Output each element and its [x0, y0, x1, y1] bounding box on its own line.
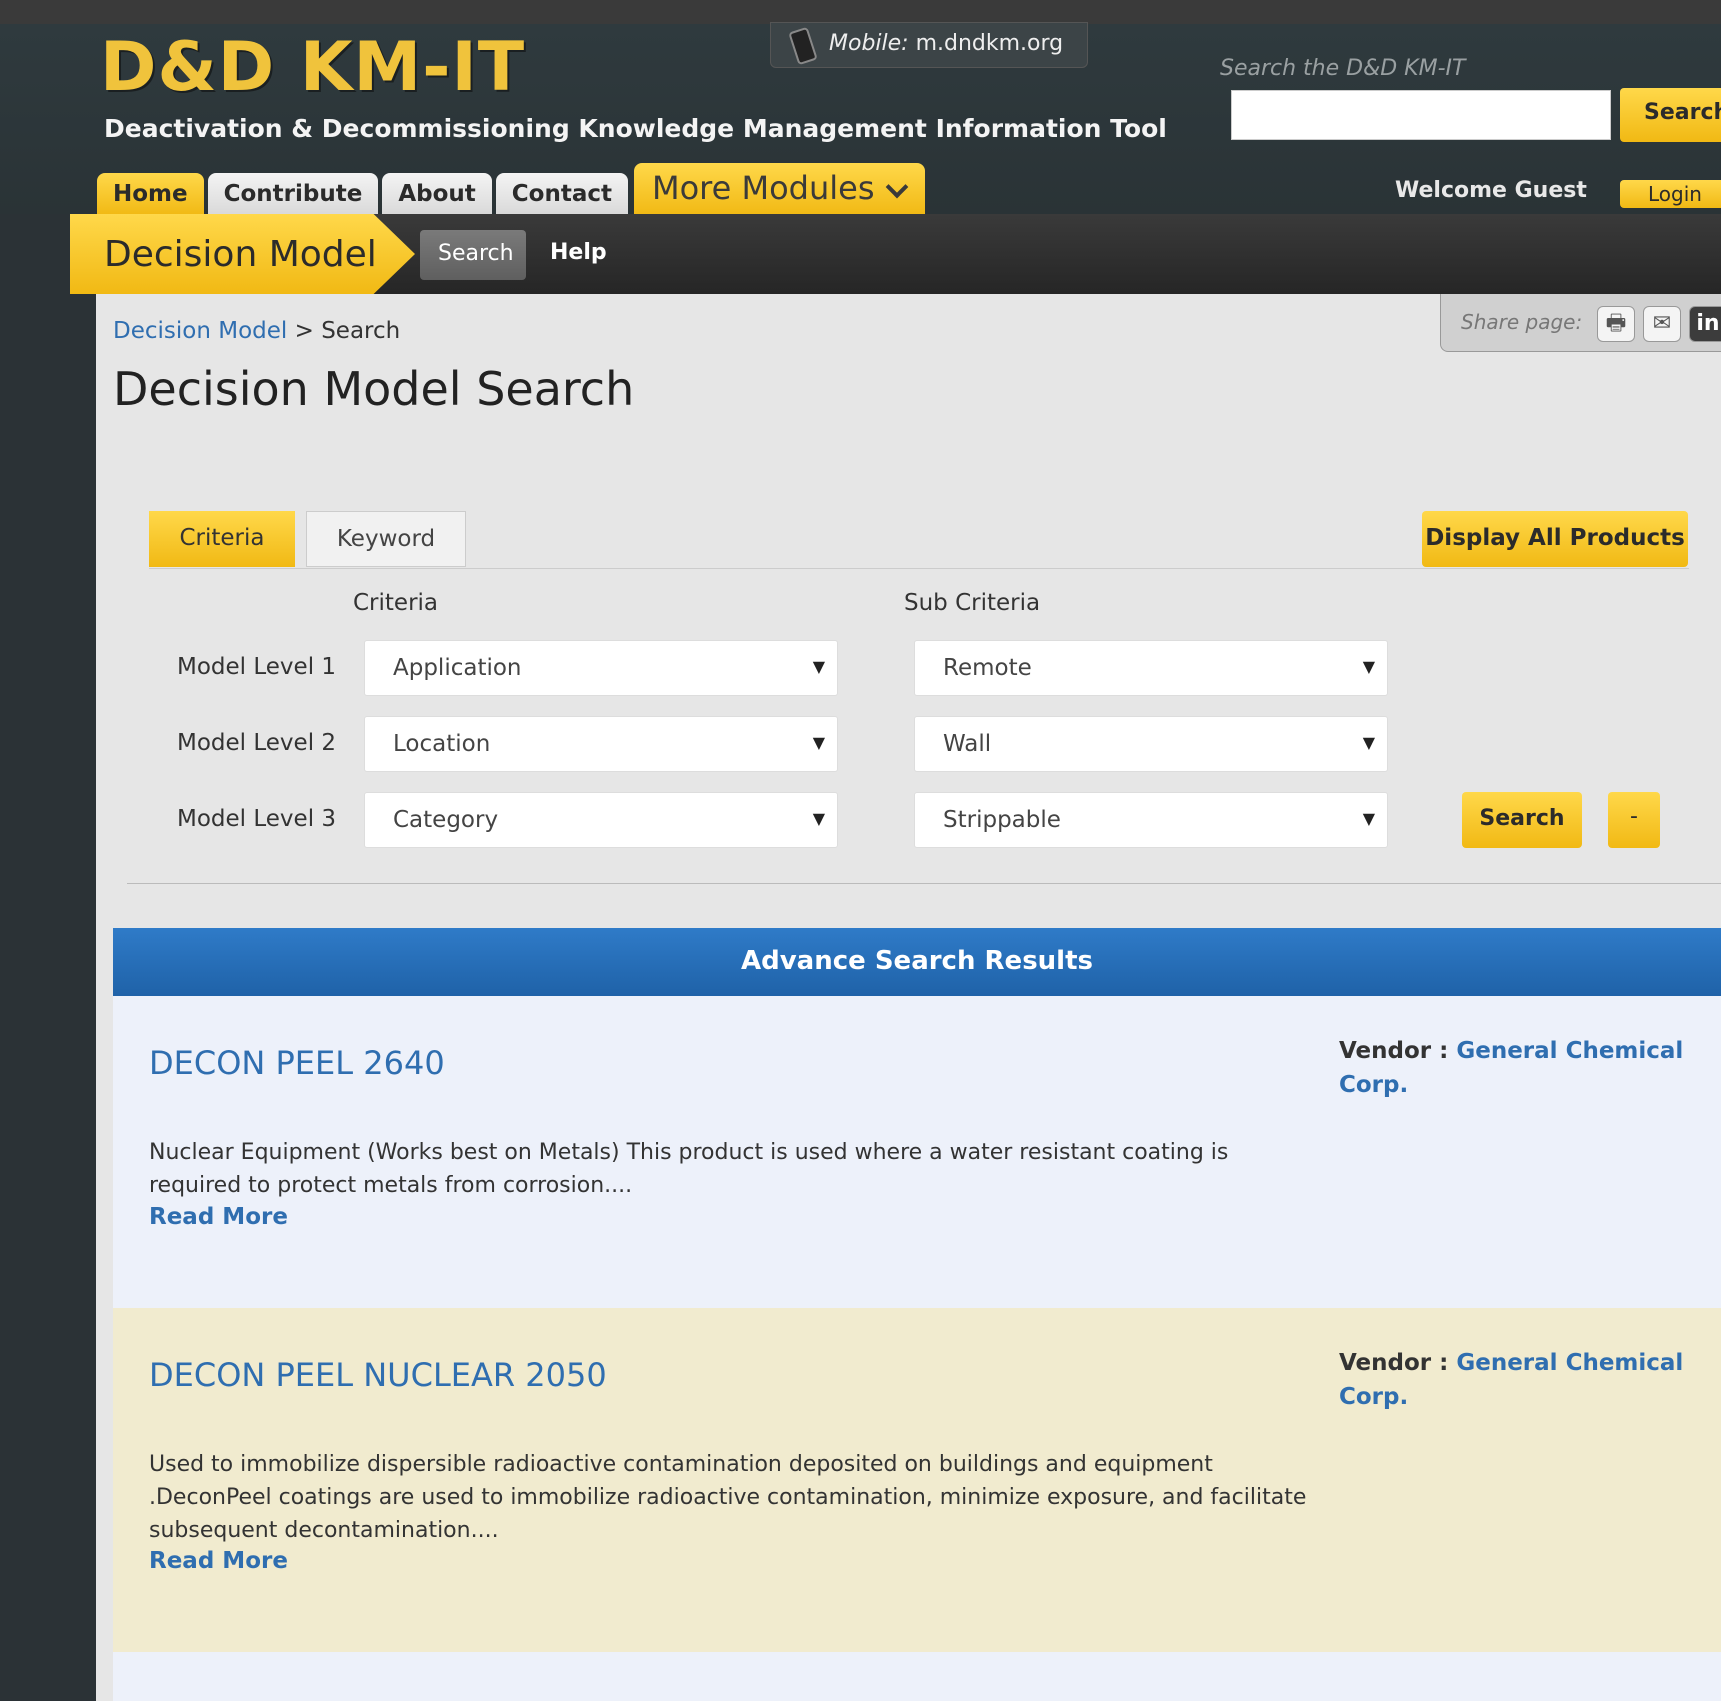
login-button[interactable]: Login [1620, 180, 1721, 208]
model-level-2-criteria-select[interactable]: Location ▼ [364, 716, 838, 772]
tab-divider [149, 568, 1689, 569]
model-level-2-sub-criteria-select[interactable]: Wall ▼ [914, 716, 1388, 772]
tab-criteria[interactable]: Criteria [149, 511, 295, 567]
tab-keyword[interactable]: Keyword [306, 511, 466, 567]
phone-icon [788, 26, 818, 66]
result-title[interactable]: DECON PEEL 2640 [149, 1044, 445, 1082]
site-search-input[interactable] [1231, 90, 1611, 140]
vendor-label: Vendor : [1339, 1350, 1449, 1376]
result-item: DECON PEEL 2640 Vendor : General Chemica… [113, 996, 1721, 1308]
result-vendor: Vendor : General Chemical Corp. [1339, 1346, 1699, 1414]
result-description: Used to immobilize dispersible radioacti… [149, 1452, 1307, 1543]
model-level-3-criteria-select[interactable]: Category ▼ [364, 792, 838, 848]
model-level-1-sub-criteria-select[interactable]: Remote ▼ [914, 640, 1388, 696]
breadcrumb-current: Search [321, 318, 401, 344]
result-title[interactable]: DECON PEEL NUCLEAR 2050 [149, 1356, 607, 1394]
linkedin-icon[interactable]: in [1689, 306, 1721, 342]
site-search-button[interactable]: Search [1620, 88, 1721, 142]
vendor-label: Vendor : [1339, 1038, 1449, 1064]
nav-about[interactable]: About [382, 173, 492, 215]
model-level-2-label: Model Level 2 [177, 730, 337, 756]
form-divider [127, 883, 1721, 884]
nav-more-label: More Modules [651, 169, 875, 207]
breadcrumb-separator: > [294, 318, 314, 344]
main-nav: Home Contribute About Contact More Modul… [97, 163, 929, 215]
model-level-1-label: Model Level 1 [177, 654, 337, 680]
results-header: Advance Search Results [113, 928, 1721, 996]
share-panel: Share page: 🖶 ✉ in [1440, 294, 1721, 352]
remove-level-button[interactable]: - [1608, 792, 1660, 848]
select-value: Wall [943, 731, 992, 757]
result-item-partial [113, 1652, 1721, 1701]
module-search-tab[interactable]: Search [420, 230, 526, 280]
read-more-link[interactable]: Read More [149, 1204, 288, 1230]
select-value: Application [393, 655, 522, 681]
mobile-label: Mobile: [829, 31, 909, 56]
nav-contact[interactable]: Contact [495, 173, 628, 215]
site-search-label: Search the D&D KM-IT [1220, 56, 1466, 81]
criteria-search-button[interactable]: Search [1462, 792, 1582, 848]
model-level-3-label: Model Level 3 [177, 806, 337, 832]
dropdown-arrow-icon: ▼ [812, 809, 825, 828]
read-more-link[interactable]: Read More [149, 1548, 288, 1574]
model-level-1-criteria-select[interactable]: Application ▼ [364, 640, 838, 696]
mobile-site-link[interactable]: Mobile: m.dndkm.org [770, 22, 1088, 68]
dropdown-arrow-icon: ▼ [1362, 657, 1375, 676]
select-value: Category [393, 807, 499, 833]
site-logo[interactable]: D&D KM-IT [100, 28, 525, 107]
select-value: Remote [943, 655, 1032, 681]
share-label: Share page: [1461, 310, 1583, 334]
dropdown-arrow-icon: ▼ [1362, 733, 1375, 752]
result-vendor: Vendor : General Chemical Corp. [1339, 1034, 1699, 1102]
module-title: Decision Model [70, 214, 415, 294]
model-level-3-sub-criteria-select[interactable]: Strippable ▼ [914, 792, 1388, 848]
nav-more-modules[interactable]: More Modules [633, 163, 925, 215]
breadcrumb: Decision Model > Search [113, 318, 400, 344]
print-icon[interactable]: 🖶 [1597, 306, 1635, 342]
chevron-down-icon [885, 175, 908, 199]
dropdown-arrow-icon: ▼ [1362, 809, 1375, 828]
select-value: Location [393, 731, 491, 757]
welcome-text: Welcome Guest [1395, 178, 1587, 203]
nav-contribute[interactable]: Contribute [207, 173, 379, 215]
criteria-column-header: Criteria [353, 590, 439, 616]
display-all-products-button[interactable]: Display All Products [1422, 511, 1688, 567]
select-value: Strippable [943, 807, 1061, 833]
browser-top-strip [0, 0, 1721, 24]
page-title: Decision Model Search [113, 362, 635, 416]
breadcrumb-root[interactable]: Decision Model [113, 318, 287, 344]
result-description: Nuclear Equipment (Works best on Metals)… [149, 1140, 1229, 1198]
dropdown-arrow-icon: ▼ [812, 657, 825, 676]
sub-criteria-column-header: Sub Criteria [904, 590, 1041, 616]
email-icon[interactable]: ✉ [1643, 306, 1681, 342]
site-tagline: Deactivation & Decommissioning Knowledge… [104, 114, 1167, 143]
module-help-tab[interactable]: Help [550, 240, 607, 265]
result-item: DECON PEEL NUCLEAR 2050 Vendor : General… [113, 1308, 1721, 1652]
mobile-url: m.dndkm.org [915, 31, 1064, 56]
dropdown-arrow-icon: ▼ [812, 733, 825, 752]
nav-home[interactable]: Home [97, 173, 204, 215]
